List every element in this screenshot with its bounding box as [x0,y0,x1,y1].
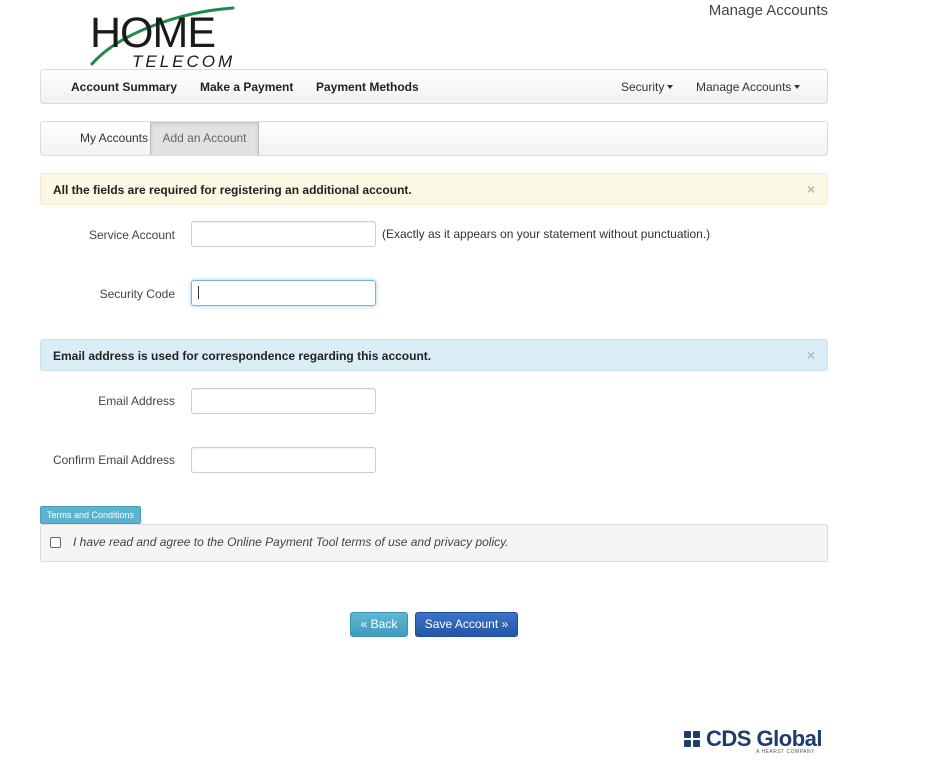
nav-manage-accounts-label: Manage Accounts [696,80,792,94]
header-manage-accounts-link[interactable]: Manage Accounts [709,2,828,19]
main-navbar: Account Summary Make a Payment Payment M… [40,69,828,104]
cds-grid-icon [684,731,702,749]
confirm-email-input[interactable] [191,447,376,473]
nav-security-label: Security [621,80,665,94]
account-tabs: My Accounts Add an Account [40,121,828,156]
terms-checkbox[interactable] [50,537,61,548]
back-button[interactable]: « Back [350,612,408,637]
home-telecom-logo: HOME TELECOM [88,4,238,71]
close-icon[interactable]: × [807,347,815,363]
nav-payment-methods[interactable]: Payment Methods [316,80,419,94]
nav-manage-accounts-dropdown[interactable]: Manage Accounts [696,80,801,94]
required-fields-alert-text: All the fields are required for register… [53,183,412,197]
nav-make-payment[interactable]: Make a Payment [200,80,293,94]
email-label: Email Address [98,394,175,408]
tab-add-account[interactable]: Add an Account [150,122,259,155]
terms-box: I have read and agree to the Online Paym… [40,524,828,562]
caret-down-icon [794,84,801,89]
nav-account-summary[interactable]: Account Summary [71,80,177,94]
logo-home-text: HOME [90,9,216,57]
nav-security-dropdown[interactable]: Security [621,80,674,94]
save-account-button[interactable]: Save Account » [415,612,518,637]
text-cursor [198,286,199,299]
cds-global-subtext: A HEARST COMPANY [756,749,815,755]
terms-and-conditions-badge[interactable]: Terms and Conditions [40,506,142,524]
confirm-email-label: Confirm Email Address [52,453,175,467]
service-account-help: (Exactly as it appears on your statement… [382,227,711,241]
security-code-label: Security Code [99,287,175,301]
required-fields-alert: All the fields are required for register… [40,173,828,205]
email-info-alert: Email address is used for correspondence… [40,339,828,371]
caret-down-icon [667,84,674,89]
terms-agree-text: I have read and agree to the Online Paym… [73,535,509,549]
email-info-alert-text: Email address is used for correspondence… [53,349,432,363]
security-code-input[interactable] [191,280,376,306]
email-input[interactable] [191,388,376,414]
service-account-label: Service Account [88,228,175,242]
service-account-input[interactable] [191,221,376,247]
cds-global-logo: CDS Global A HEARST COMPANY [684,726,824,758]
close-icon[interactable]: × [807,181,815,197]
